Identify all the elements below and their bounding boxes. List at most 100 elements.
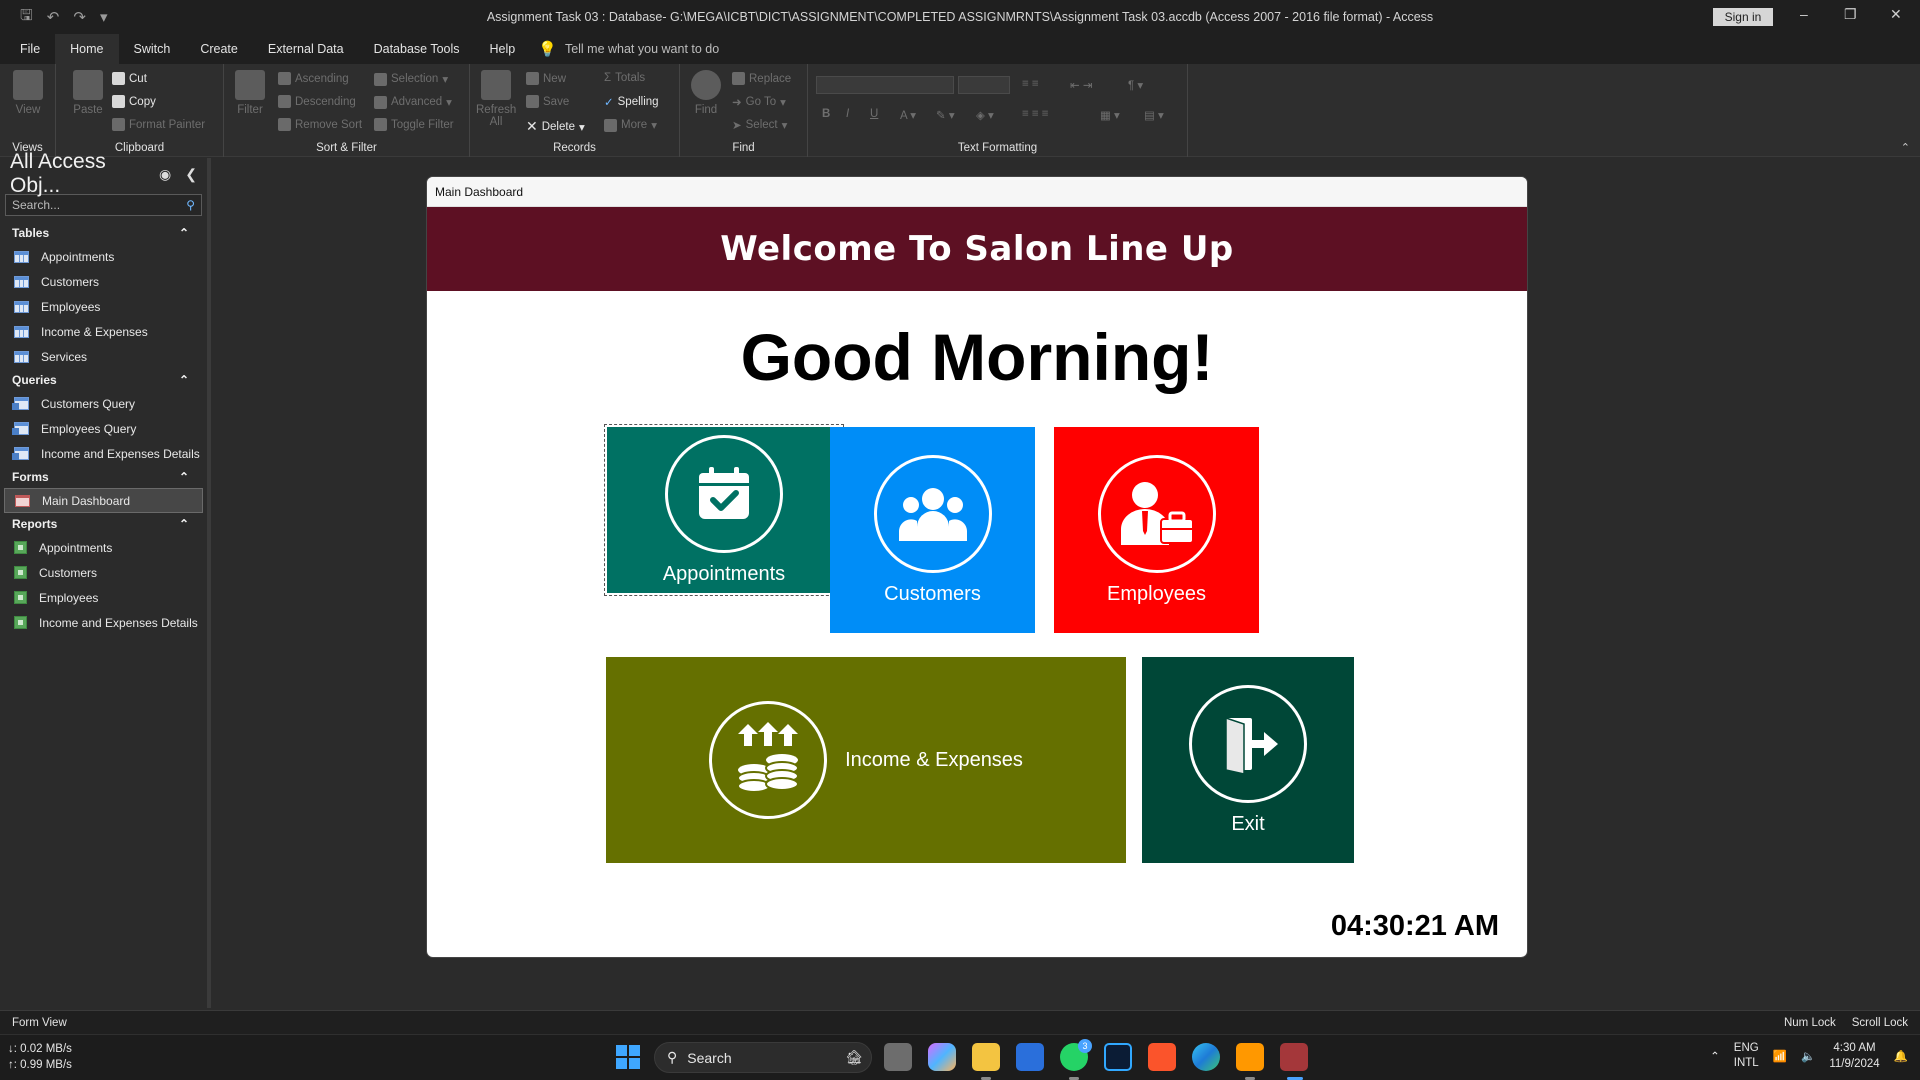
- save-record-button[interactable]: Save: [526, 95, 569, 108]
- delete-button[interactable]: ✕ Delete ▾: [526, 118, 585, 135]
- appointments-button[interactable]: Appointments: [604, 424, 844, 596]
- tab-database-tools[interactable]: Database Tools: [359, 34, 475, 64]
- restore-icon[interactable]: ❐: [1844, 6, 1857, 23]
- view-button[interactable]: View: [8, 70, 48, 116]
- new-record-button[interactable]: New: [526, 72, 566, 85]
- nav-item-form[interactable]: Main Dashboard: [4, 488, 203, 513]
- filter-button[interactable]: Filter: [230, 70, 270, 116]
- brave-browser-icon[interactable]: [1148, 1043, 1176, 1071]
- font-name-select[interactable]: [816, 76, 954, 94]
- paragraph-direction-icon[interactable]: ¶ ▾: [1128, 78, 1143, 92]
- exit-button[interactable]: Exit: [1142, 657, 1354, 863]
- photoshop-icon[interactable]: [1104, 1043, 1132, 1071]
- start-button[interactable]: [614, 1043, 642, 1071]
- more-button[interactable]: More ▾: [604, 118, 657, 132]
- copy-button[interactable]: Copy: [112, 95, 156, 108]
- nav-item-report[interactable]: Income and Expenses Details: [0, 610, 207, 635]
- font-size-select[interactable]: [958, 76, 1010, 94]
- tab-external-data[interactable]: External Data: [253, 34, 359, 64]
- nav-item-table[interactable]: Income & Expenses: [0, 319, 207, 344]
- nav-menu-icon[interactable]: ◉: [159, 166, 171, 183]
- nav-item-table[interactable]: Appointments: [0, 244, 207, 269]
- show-hidden-icons[interactable]: ⌃: [1710, 1049, 1720, 1063]
- spelling-button[interactable]: ✓ Spelling: [604, 95, 659, 109]
- go-to-button[interactable]: ➜ Go To ▾: [732, 95, 786, 109]
- notification-bell-icon[interactable]: 🔔: [1894, 1049, 1908, 1063]
- volume-icon[interactable]: 🔈: [1801, 1049, 1815, 1063]
- nav-title[interactable]: All Access Obj...: [10, 150, 159, 198]
- tab-home[interactable]: Home: [55, 34, 119, 64]
- file-explorer-icon[interactable]: [972, 1043, 1000, 1071]
- remove-sort-icon: [278, 118, 291, 131]
- totals-button[interactable]: Σ Totals: [604, 72, 645, 84]
- nav-item-table[interactable]: Customers: [0, 269, 207, 294]
- advanced-button[interactable]: Advanced ▾: [374, 95, 452, 109]
- remove-sort-button[interactable]: Remove Sort: [278, 118, 362, 131]
- font-color-icon[interactable]: A ▾: [900, 108, 916, 122]
- tab-help[interactable]: Help: [475, 34, 531, 64]
- paste-button[interactable]: Paste: [68, 70, 108, 116]
- sublime-text-icon[interactable]: [1236, 1043, 1264, 1071]
- fill-color-icon[interactable]: ◈ ▾: [976, 108, 994, 122]
- nav-item-report[interactable]: Employees: [0, 585, 207, 610]
- customize-toolbar-icon[interactable]: ▾: [100, 8, 108, 26]
- tab-switch[interactable]: Switch: [119, 34, 186, 64]
- bullets-icon[interactable]: ≡ ≡: [1022, 78, 1039, 90]
- tab-create[interactable]: Create: [185, 34, 253, 64]
- bold-button[interactable]: B: [822, 108, 830, 120]
- access-app-icon[interactable]: [1280, 1043, 1308, 1071]
- employees-button[interactable]: Employees: [1054, 427, 1259, 633]
- shutter-bar-icon[interactable]: ❮: [185, 166, 197, 183]
- redo-icon[interactable]: ↷: [73, 8, 86, 26]
- nav-item-table[interactable]: Employees: [0, 294, 207, 319]
- alternate-row-icon[interactable]: ▤ ▾: [1144, 108, 1164, 122]
- task-view-icon[interactable]: [884, 1043, 912, 1071]
- undo-icon[interactable]: ↶: [47, 8, 60, 26]
- italic-button[interactable]: I: [846, 108, 849, 120]
- highlight-icon[interactable]: ✎ ▾: [936, 108, 955, 122]
- copilot-icon[interactable]: [928, 1043, 956, 1071]
- microsoft-store-icon[interactable]: [1016, 1043, 1044, 1071]
- group-text-formatting: ≡ ≡ ⇤ ⇥ ¶ ▾ B I U A ▾ ✎ ▾ ◈ ▾ ≡ ≡ ≡ ▦ ▾ …: [808, 64, 1188, 157]
- format-painter-button[interactable]: Format Painter: [112, 118, 205, 131]
- select-button[interactable]: ➤ Select ▾: [732, 118, 787, 132]
- refresh-all-button[interactable]: Refresh All: [476, 70, 516, 128]
- nav-item-query[interactable]: Income and Expenses Details: [0, 441, 207, 466]
- edge-browser-icon[interactable]: [1192, 1043, 1220, 1071]
- save-icon[interactable]: 🖫: [20, 5, 33, 30]
- replace-button[interactable]: Replace: [732, 72, 791, 85]
- wifi-icon[interactable]: 📶: [1773, 1049, 1787, 1063]
- indent-icon[interactable]: ⇤ ⇥: [1070, 78, 1092, 92]
- tab-file[interactable]: File: [0, 34, 55, 64]
- ascending-button[interactable]: Ascending: [278, 72, 349, 85]
- cut-button[interactable]: Cut: [112, 72, 147, 85]
- taskbar-search[interactable]: ⚲ Search 🏚: [654, 1042, 872, 1073]
- nav-item-query[interactable]: Employees Query: [0, 416, 207, 441]
- nav-item-report[interactable]: Appointments: [0, 535, 207, 560]
- customers-button[interactable]: Customers: [830, 427, 1035, 633]
- align-icon[interactable]: ≡ ≡ ≡: [1022, 108, 1049, 120]
- nav-section-reports[interactable]: Reports ⌃: [0, 513, 207, 535]
- selection-button[interactable]: Selection ▾: [374, 72, 448, 86]
- nav-section-tables[interactable]: Tables ⌃: [0, 222, 207, 244]
- minimize-icon[interactable]: –: [1800, 6, 1808, 22]
- clock-date[interactable]: 4:30 AM 11/9/2024: [1829, 1040, 1879, 1072]
- tell-me-box[interactable]: 💡 Tell me what you want to do: [538, 40, 719, 58]
- collapse-ribbon-icon[interactable]: ⌃: [1901, 141, 1910, 154]
- nav-item-report[interactable]: Customers: [0, 560, 207, 585]
- language-indicator[interactable]: ENG INTL: [1734, 1041, 1759, 1071]
- nav-item-table[interactable]: Services: [0, 344, 207, 369]
- sign-in-button[interactable]: Sign in: [1713, 8, 1773, 26]
- text-formatting-label: Text Formatting: [957, 142, 1038, 154]
- table-icon: [14, 275, 29, 288]
- find-button[interactable]: Find: [686, 70, 726, 116]
- close-icon[interactable]: ✕: [1890, 6, 1902, 23]
- underline-button[interactable]: U: [870, 108, 878, 120]
- nav-section-queries[interactable]: Queries ⌃: [0, 369, 207, 391]
- income-expenses-button[interactable]: Income & Expenses: [606, 657, 1126, 863]
- gridlines-icon[interactable]: ▦ ▾: [1100, 108, 1120, 122]
- descending-button[interactable]: Descending: [278, 95, 356, 108]
- nav-section-forms[interactable]: Forms ⌃: [0, 466, 207, 488]
- nav-item-query[interactable]: Customers Query: [0, 391, 207, 416]
- toggle-filter-button[interactable]: Toggle Filter: [374, 118, 454, 131]
